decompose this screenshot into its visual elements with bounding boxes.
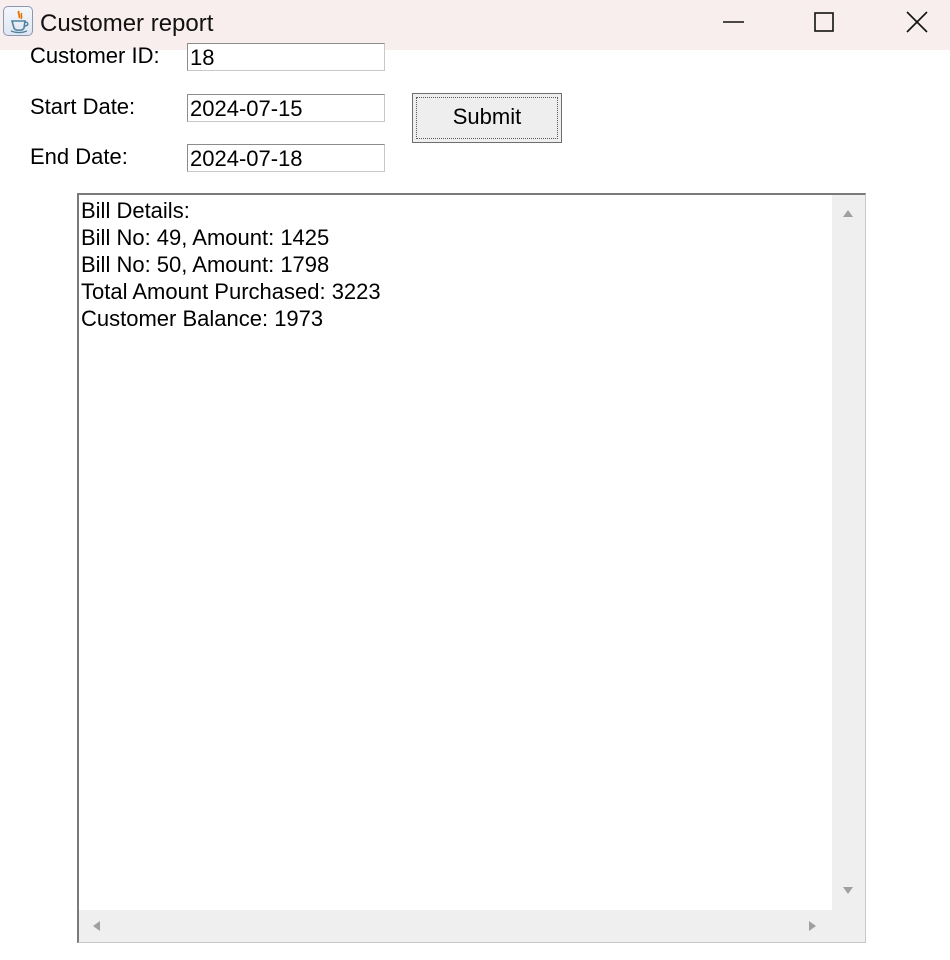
scroll-right-arrow-icon[interactable] xyxy=(808,920,818,932)
customer-id-label: Customer ID: xyxy=(30,43,160,68)
report-line: Bill No: 50, Amount: 1798 xyxy=(81,252,330,277)
minimize-button[interactable] xyxy=(688,0,780,46)
report-scroll-pane: Bill Details: Bill No: 49, Amount: 1425 … xyxy=(77,193,866,943)
scroll-left-arrow-icon[interactable] xyxy=(92,920,102,932)
close-button[interactable] xyxy=(870,0,950,46)
start-date-label: Start Date: xyxy=(30,94,136,119)
submit-button[interactable]: Submit xyxy=(412,93,562,143)
end-date-label: End Date: xyxy=(30,144,128,169)
scrollbar-corner xyxy=(832,910,865,942)
customer-id-field[interactable]: 18 xyxy=(187,43,385,71)
maximize-button[interactable] xyxy=(778,0,870,46)
report-line: Total Amount Purchased: 3223 xyxy=(81,279,381,304)
scroll-down-arrow-icon[interactable] xyxy=(842,886,854,896)
horizontal-scrollbar[interactable] xyxy=(79,910,832,942)
report-text-area[interactable]: Bill Details: Bill No: 49, Amount: 1425 … xyxy=(79,195,832,910)
report-line: Bill No: 49, Amount: 1425 xyxy=(81,225,330,250)
scroll-up-arrow-icon[interactable] xyxy=(842,209,854,219)
customer-report-window: Customer report Customer ID: 18 Start Da… xyxy=(0,0,950,960)
maximize-icon xyxy=(814,12,834,32)
focus-ring xyxy=(416,97,558,139)
report-line: Bill Details: xyxy=(81,198,190,223)
report-line: Customer Balance: 1973 xyxy=(81,306,324,331)
vertical-scrollbar[interactable] xyxy=(832,195,865,910)
window-title: Customer report xyxy=(40,10,214,37)
close-icon xyxy=(906,11,928,33)
end-date-field[interactable]: 2024-07-18 xyxy=(187,144,385,172)
java-icon xyxy=(3,6,33,36)
minimize-icon xyxy=(723,21,744,23)
start-date-field[interactable]: 2024-07-15 xyxy=(187,94,385,122)
